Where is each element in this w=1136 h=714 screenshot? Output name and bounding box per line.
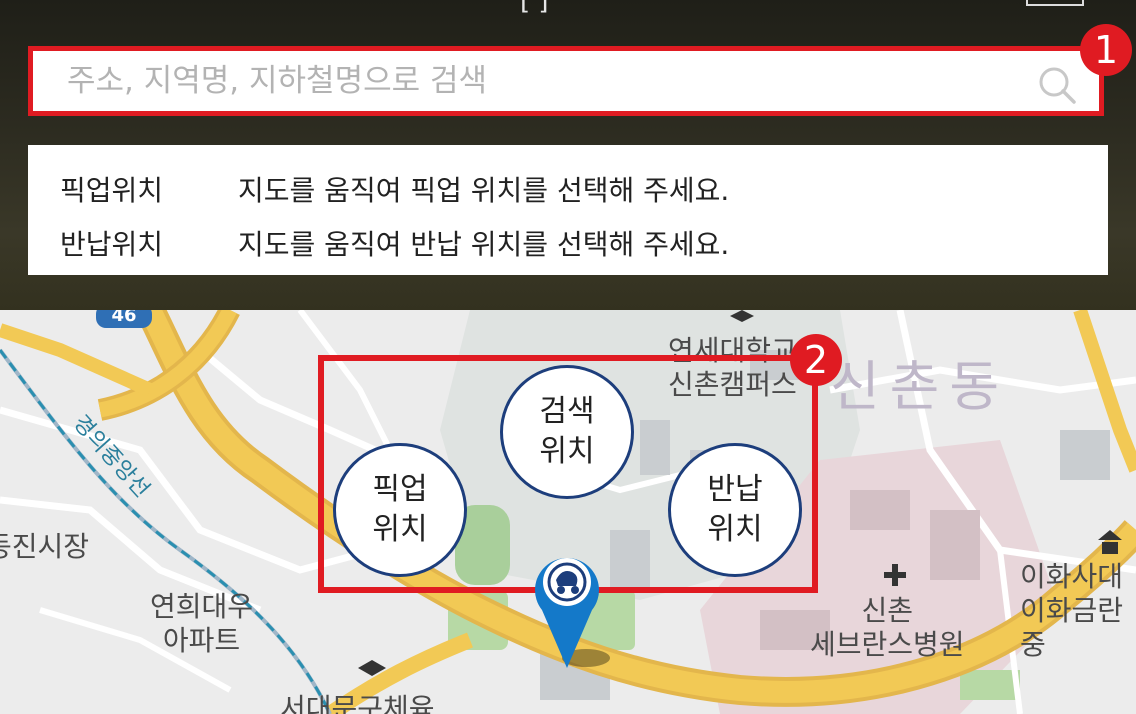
map-label-district: 신촌동: [830, 355, 1010, 418]
pickup-location-label-1: 픽업: [372, 472, 428, 507]
return-text: 지도를 움직여 반납 위치를 선택해 주세요.: [238, 228, 730, 261]
return-location-label-2: 위치: [707, 512, 763, 547]
return-location-button[interactable]: 반납위치: [668, 443, 802, 577]
step-badge-1: 1: [1080, 24, 1132, 76]
return-row: 반납위치 지도를 움직여 반납 위치를 선택해 주세요.: [60, 223, 729, 263]
location-pin-icon[interactable]: [524, 540, 610, 670]
map-label-sports: 서대문구체육: [280, 692, 435, 714]
pickup-location-button[interactable]: 픽업위치: [333, 443, 467, 577]
map-label-apartment: 연희대우 아파트: [150, 590, 253, 658]
apartment-label-2: 아파트: [162, 624, 241, 657]
step-badge-2: 2: [790, 334, 842, 386]
search-location-label-1: 검색: [539, 394, 595, 429]
ewha-label-1: 이화사대: [1020, 560, 1124, 593]
pickup-text: 지도를 움직여 픽업 위치를 선택해 주세요.: [238, 174, 730, 207]
return-label: 반납위치: [60, 228, 164, 261]
road-number-label: 46: [111, 310, 137, 326]
search-location-label-2: 위치: [539, 434, 595, 469]
pickup-location-label-2: 위치: [372, 512, 428, 547]
map-label-hospital: 신촌 세브란스병원: [810, 594, 965, 662]
close-button[interactable]: [1026, 0, 1084, 6]
hospital-label-1: 신촌: [861, 594, 914, 627]
pickup-label: 픽업위치: [60, 174, 164, 207]
search-icon[interactable]: [1037, 65, 1077, 105]
page-title: [ ]: [520, 0, 549, 16]
search-box-highlight: [28, 46, 1104, 116]
location-info-panel: 픽업위치 지도를 움직여 픽업 위치를 선택해 주세요. 반납위치 지도를 움직여 …: [28, 145, 1108, 275]
search-input[interactable]: [37, 55, 1093, 107]
return-location-label-1: 반납: [707, 472, 763, 507]
search-location-button[interactable]: 검색위치: [500, 365, 634, 499]
ewha-label-2: 이화금란중: [1020, 594, 1124, 661]
apartment-label-1: 연희대우: [150, 590, 254, 623]
pickup-row: 픽업위치 지도를 움직여 픽업 위치를 선택해 주세요.: [60, 169, 729, 209]
map-label-market: 동진시장: [0, 530, 90, 563]
map-label-ewha: 이화사대 이화금란중: [1020, 560, 1136, 662]
hospital-label-2: 세브란스병원: [810, 628, 965, 661]
